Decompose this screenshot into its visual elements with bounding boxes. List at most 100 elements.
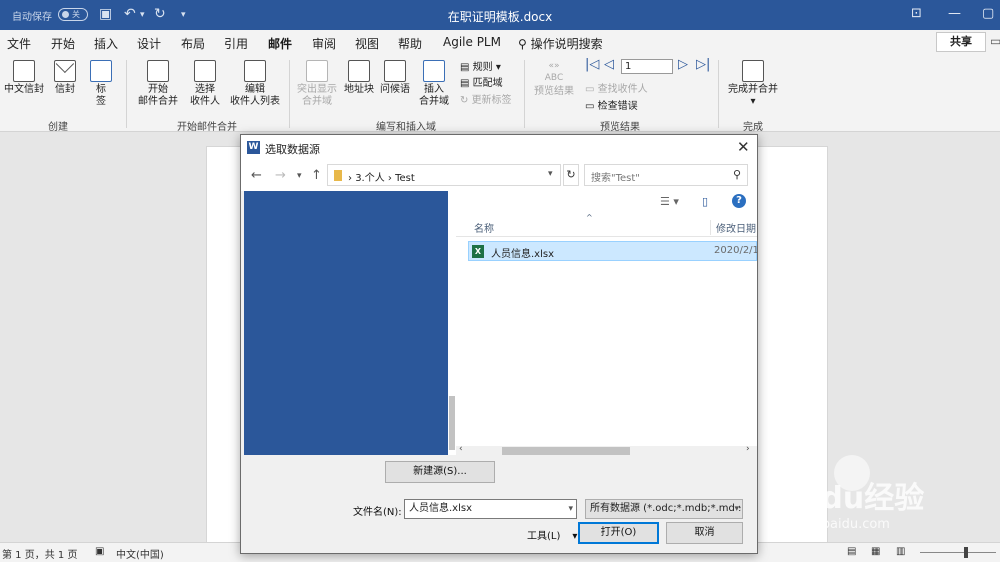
tab-references[interactable]: 引用 bbox=[224, 35, 248, 52]
tab-design[interactable]: 设计 bbox=[137, 35, 161, 52]
document-title: 在职证明模板.docx bbox=[447, 10, 553, 24]
scroll-right-icon[interactable]: › bbox=[746, 444, 750, 454]
share-button[interactable]: 共享 bbox=[936, 32, 986, 52]
file-list-pane[interactable]: ☰ ▾ ▯ ? 名称 ^ 修改日期 X 人员信息.xlsx 2020/2/1 bbox=[456, 191, 759, 455]
breadcrumb-item[interactable]: Test bbox=[395, 173, 415, 184]
column-name[interactable]: 名称 bbox=[474, 220, 494, 235]
tab-insert[interactable]: 插入 bbox=[94, 35, 118, 52]
scroll-left-icon[interactable]: ‹ bbox=[459, 444, 463, 454]
web-layout-icon[interactable]: ▥ bbox=[896, 546, 905, 557]
up-arrow-icon[interactable]: ↑ bbox=[311, 168, 322, 183]
highlight-merge-fields-button[interactable]: 突出显示 合并域 bbox=[296, 60, 338, 108]
file-type-select[interactable]: 所有数据源 (*.odc;*.mdb;*.mde ▾ bbox=[585, 499, 743, 519]
back-arrow-icon[interactable]: ← bbox=[251, 168, 262, 183]
edit-recipient-list-label-2: 收件人列表 bbox=[230, 96, 280, 107]
proofing-icon[interactable]: ▣ bbox=[95, 546, 104, 557]
select-recipients-button[interactable]: 选择 收件人 bbox=[186, 60, 224, 108]
language-indicator[interactable]: 中文(中国) bbox=[116, 546, 164, 561]
print-layout-icon[interactable]: ▦ bbox=[871, 546, 880, 557]
search-box[interactable]: 搜索"Test" ⚲ bbox=[584, 164, 748, 186]
address-block-button[interactable]: 地址块 bbox=[342, 60, 376, 96]
cancel-button[interactable]: 取消 bbox=[666, 522, 743, 544]
tab-file[interactable]: 文件 bbox=[7, 35, 31, 52]
tell-me-label: 操作说明搜索 bbox=[530, 37, 603, 51]
excel-icon: X bbox=[472, 245, 484, 258]
address-bar[interactable]: › 3.个人 › Test ▾ bbox=[327, 164, 561, 186]
insert-merge-field-button[interactable]: 插入 合并域 bbox=[415, 60, 453, 108]
next-record-icon[interactable]: ▷ bbox=[678, 57, 688, 72]
edit-recipient-list-button[interactable]: 编辑 收件人列表 bbox=[229, 60, 281, 108]
file-name: 人员信息.xlsx bbox=[491, 249, 555, 260]
highlight-merge-fields-label-1: 突出显示 bbox=[297, 84, 337, 95]
sort-ascending-icon: ^ bbox=[586, 213, 593, 222]
find-recipient-label: 查找收件人 bbox=[597, 84, 648, 95]
labels-button[interactable]: 标签 bbox=[88, 60, 114, 108]
find-recipient-icon: ▭ bbox=[585, 84, 598, 95]
ribbon-display-icon[interactable]: ⊡ bbox=[911, 6, 922, 21]
navigation-scrollbar[interactable] bbox=[448, 191, 456, 455]
minimize-icon[interactable]: — bbox=[948, 6, 961, 21]
file-row[interactable]: X 人员信息.xlsx 2020/2/1 bbox=[468, 241, 759, 261]
start-mail-merge-button[interactable]: 开始 邮件合并 bbox=[133, 60, 183, 108]
zoom-slider[interactable] bbox=[920, 552, 996, 553]
chevron-down-icon[interactable]: ▾ bbox=[568, 500, 573, 518]
zoom-slider-thumb[interactable] bbox=[964, 547, 968, 558]
open-label: 打开(O) bbox=[600, 527, 637, 538]
navigation-pane[interactable] bbox=[244, 191, 448, 455]
tools-menu[interactable]: 工具(L) ▾ bbox=[527, 527, 577, 542]
tab-help[interactable]: 帮助 bbox=[398, 35, 422, 52]
first-record-icon[interactable]: |◁ bbox=[585, 57, 599, 72]
update-labels-button[interactable]: ↻ 更新标签 bbox=[460, 91, 512, 106]
preview-results-button[interactable]: «» ABC 预览结果 bbox=[532, 60, 576, 98]
ribbon-mailings: 中文信封 信封 标签 创建 开始 邮件合并 选择 收件人 编辑 收件人列表 开始邮件合… bbox=[0, 54, 1000, 133]
page-count[interactable]: 第 1 页，共 1 页 bbox=[2, 546, 77, 561]
filename-field[interactable]: 人员信息.xlsx ▾ bbox=[404, 499, 577, 519]
last-record-icon[interactable]: ▷| bbox=[696, 57, 710, 72]
forward-arrow-icon[interactable]: → bbox=[275, 168, 286, 183]
record-number-input[interactable]: 1 bbox=[621, 59, 673, 74]
greeting-line-button[interactable]: 问候语 bbox=[379, 60, 411, 96]
group-label-preview-results: 预览结果 bbox=[600, 122, 640, 133]
comment-icon[interactable]: ▭ bbox=[990, 34, 1000, 48]
tab-view[interactable]: 视图 bbox=[355, 35, 379, 52]
rules-button[interactable]: ▤ 规则 ▾ bbox=[460, 58, 501, 73]
check-errors-icon: ▭ bbox=[585, 101, 598, 112]
record-number-value: 1 bbox=[625, 61, 632, 72]
group-separator bbox=[718, 60, 719, 128]
tab-mailings[interactable]: 邮件 bbox=[268, 35, 293, 57]
refresh-icon[interactable]: ↻ bbox=[563, 164, 579, 186]
finish-merge-icon bbox=[742, 60, 764, 82]
column-date[interactable]: 修改日期 bbox=[710, 220, 756, 235]
tab-layout[interactable]: 布局 bbox=[181, 35, 205, 52]
tab-home[interactable]: 开始 bbox=[51, 35, 75, 52]
close-icon[interactable]: ✕ bbox=[737, 138, 750, 156]
greeting-line-label: 问候语 bbox=[380, 84, 410, 95]
match-fields-button[interactable]: ▤ 匹配域 bbox=[460, 74, 503, 89]
preview-pane-icon[interactable]: ▯ bbox=[702, 195, 708, 208]
edit-recipient-list-label-1: 编辑 bbox=[245, 84, 265, 95]
chinese-envelope-button[interactable]: 中文信封 bbox=[4, 60, 44, 96]
envelope-button[interactable]: 信封 bbox=[50, 60, 80, 96]
finish-merge-button[interactable]: 完成并合并 ▾ bbox=[726, 60, 780, 108]
breadcrumb-item[interactable]: 3.个人 bbox=[355, 173, 385, 184]
find-recipient-button[interactable]: ▭ 查找收件人 bbox=[585, 80, 648, 95]
recent-locations-icon[interactable]: ▾ bbox=[297, 171, 302, 181]
view-options-icon[interactable]: ☰ ▾ bbox=[660, 195, 679, 208]
read-mode-icon[interactable]: ▤ bbox=[847, 546, 856, 557]
chevron-down-icon[interactable]: ▾ bbox=[548, 169, 553, 179]
check-errors-button[interactable]: ▭ 检查错误 bbox=[585, 97, 638, 112]
maximize-icon[interactable]: ▢ bbox=[982, 6, 994, 21]
help-icon[interactable]: ? bbox=[732, 194, 746, 208]
tab-agile-plm[interactable]: Agile PLM bbox=[443, 35, 501, 49]
tab-review[interactable]: 审阅 bbox=[312, 35, 336, 52]
new-source-button[interactable]: 新建源(S)... bbox=[385, 461, 495, 483]
tell-me-search[interactable]: ⚲ 操作说明搜索 bbox=[518, 35, 603, 52]
open-button[interactable]: 打开(O) bbox=[578, 522, 659, 544]
previous-record-icon[interactable]: ◁ bbox=[604, 57, 614, 72]
search-icon[interactable]: ⚲ bbox=[733, 168, 741, 181]
update-labels-label: 更新标签 bbox=[471, 95, 512, 106]
search-input[interactable]: 搜索"Test" bbox=[591, 169, 640, 184]
horizontal-scrollbar[interactable]: ‹ › bbox=[456, 444, 757, 456]
chevron-down-icon[interactable]: ▾ bbox=[734, 500, 739, 518]
edit-recipient-list-icon bbox=[244, 60, 266, 82]
